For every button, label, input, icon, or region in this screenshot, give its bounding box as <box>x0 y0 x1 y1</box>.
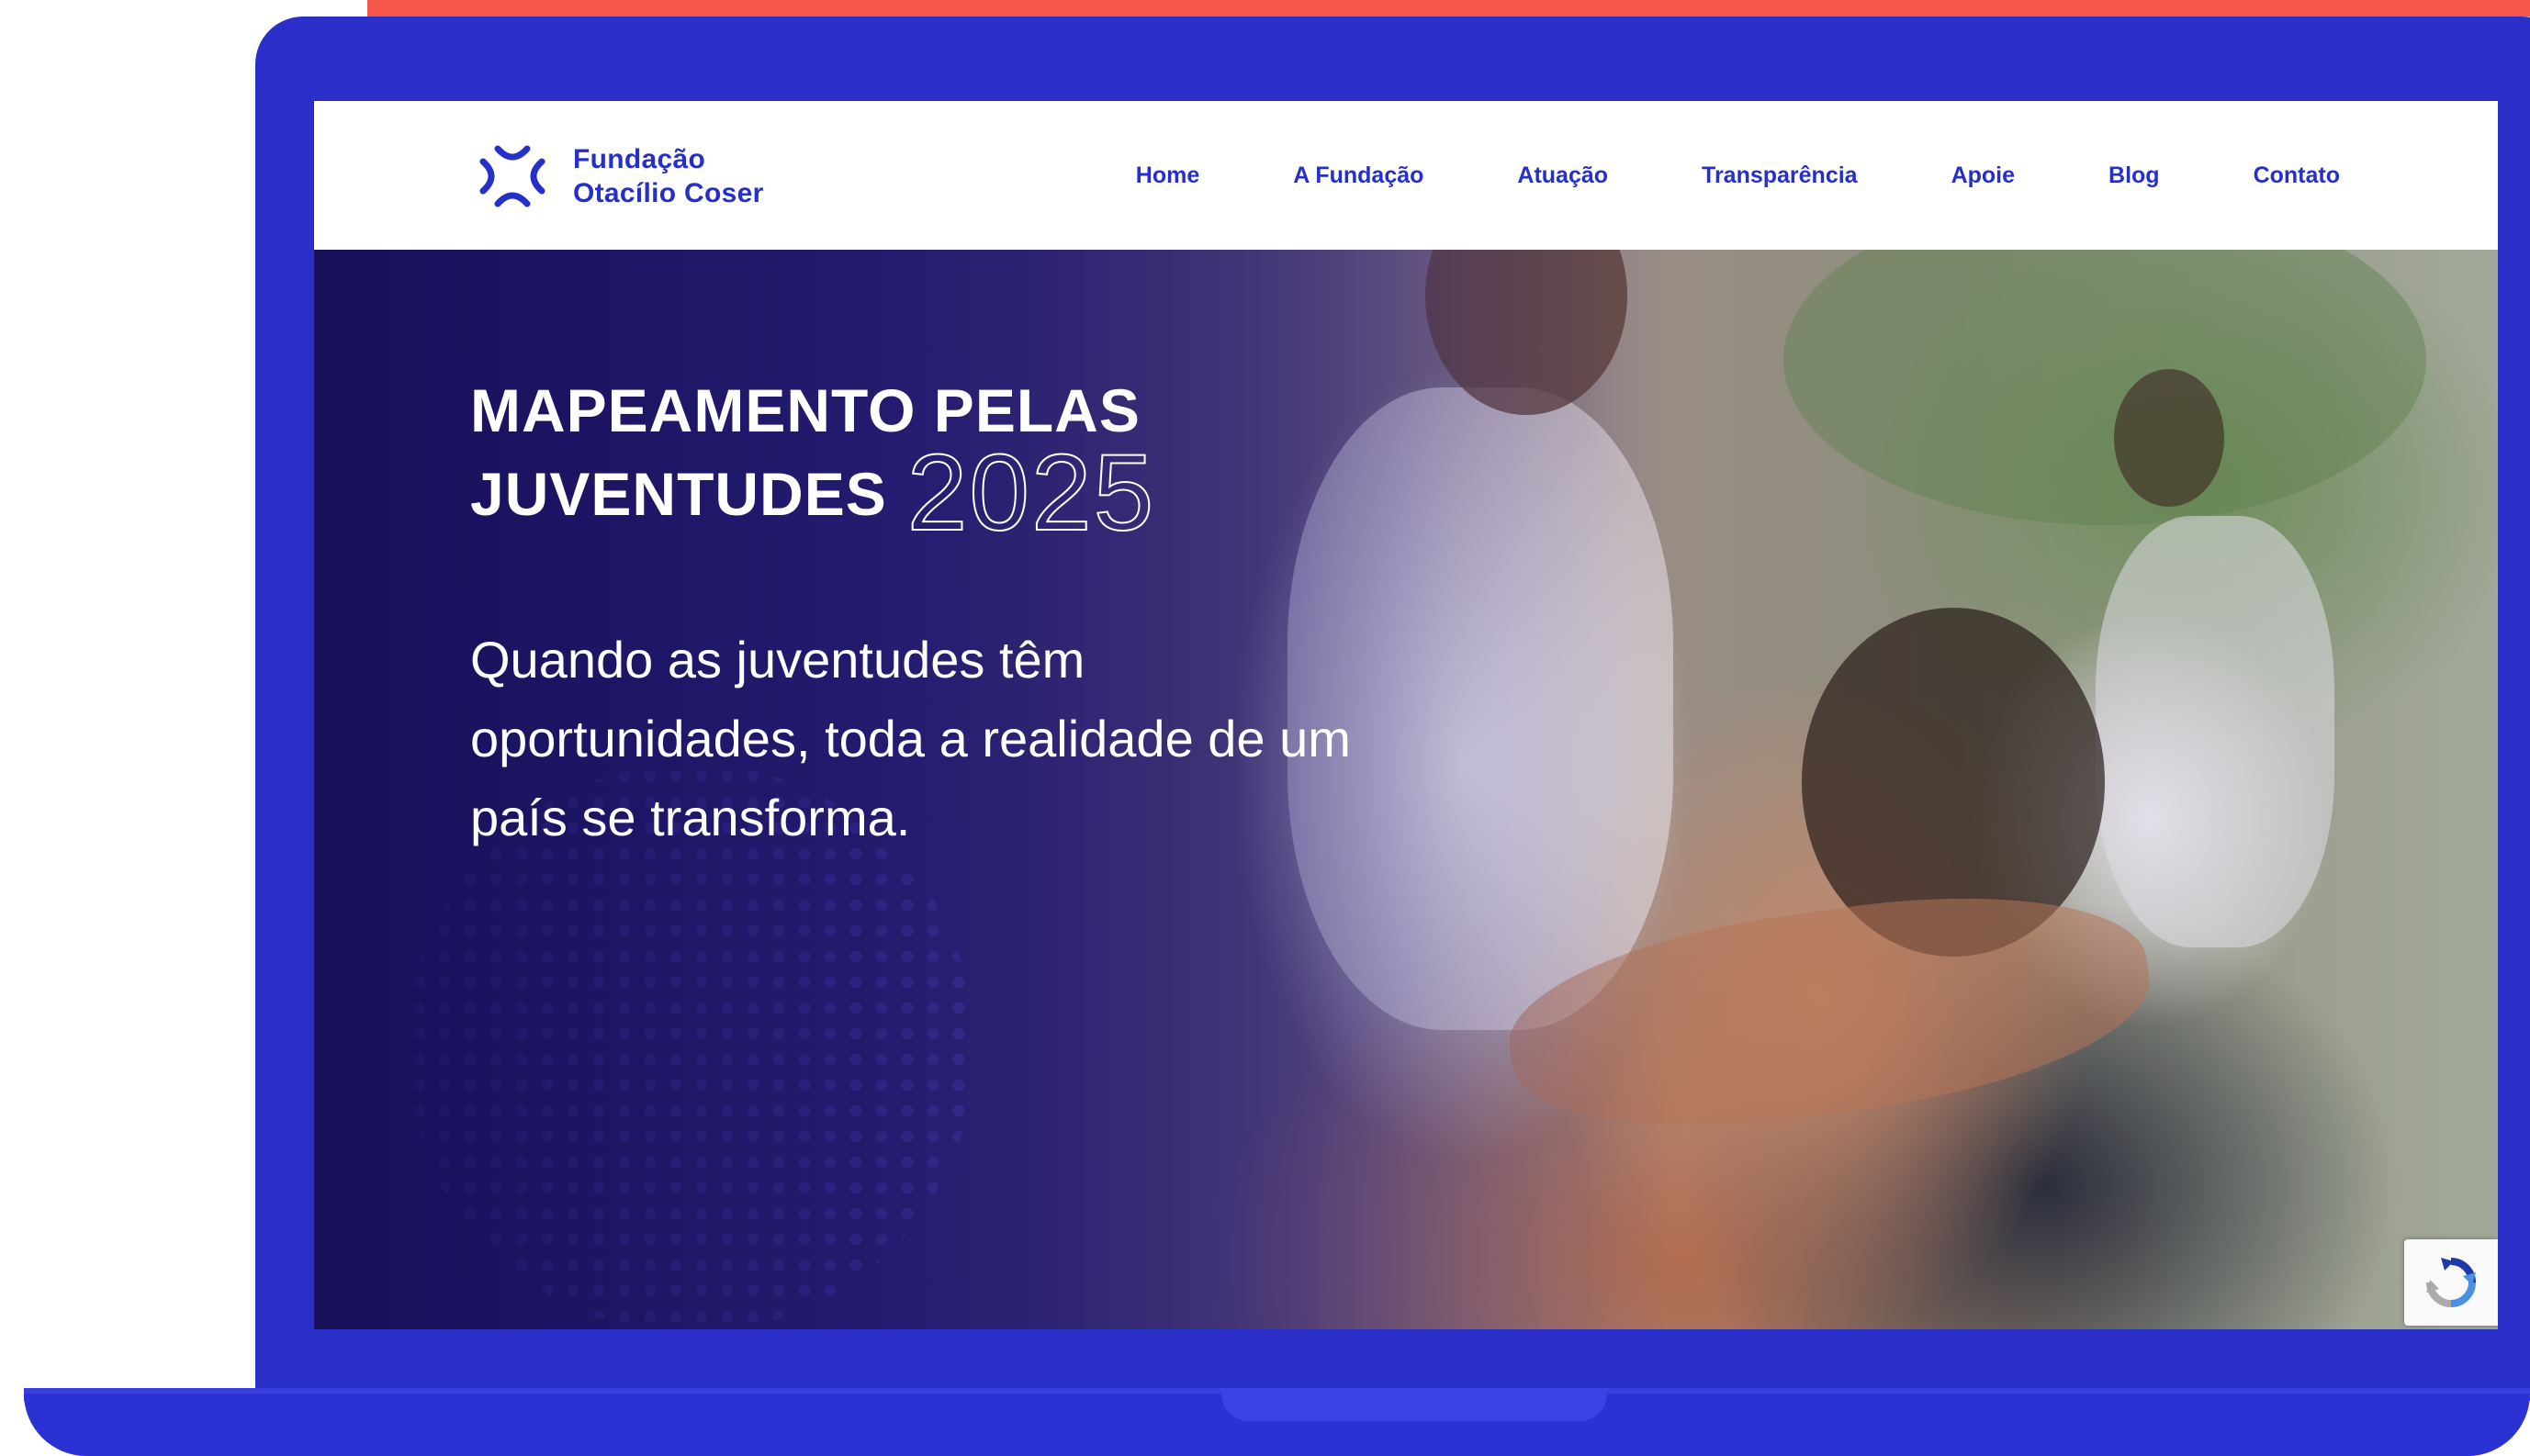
nav-item-atuacao[interactable]: Atuação <box>1517 162 1608 189</box>
hero-subtitle: Quando as juventudes têm oportunidades, … <box>470 631 1351 846</box>
site-header: Fundação Otacílio Coser Home A Fundação … <box>314 101 2498 250</box>
nav-item-a-fundacao[interactable]: A Fundação <box>1293 162 1423 189</box>
accent-stripe <box>367 0 2530 17</box>
site-logo[interactable]: Fundação Otacílio Coser <box>470 134 764 218</box>
logo-line-2: Otacílio Coser <box>573 178 764 208</box>
laptop-screen: Fundação Otacílio Coser Home A Fundação … <box>314 101 2498 1329</box>
nav-item-home[interactable]: Home <box>1136 162 1199 189</box>
hero-title-juventudes: JUVENTUDES <box>470 460 887 528</box>
mockup-stage: Fundação Otacílio Coser Home A Fundação … <box>0 0 2530 1456</box>
nav-item-transparencia[interactable]: Transparência <box>1702 162 1858 189</box>
nav-item-blog[interactable]: Blog <box>2108 162 2160 189</box>
hero-year: 2025 <box>906 432 1156 554</box>
fundacao-logo-icon <box>479 145 545 207</box>
hero-title-line-2: JUVENTUDES 2025 <box>470 438 1155 548</box>
main-nav: Home A Fundação Atuação Transparência Ap… <box>1136 101 2340 250</box>
hero-title: MAPEAMENTO PELAS JUVENTUDES 2025 <box>470 369 1155 548</box>
nav-item-contato[interactable]: Contato <box>2254 162 2340 189</box>
logo-line-1: Fundação <box>573 144 706 174</box>
recaptcha-badge[interactable] <box>2404 1239 2498 1326</box>
hero-banner: MAPEAMENTO PELAS JUVENTUDES 2025 Quando a… <box>314 250 2498 1329</box>
nav-item-apoie[interactable]: Apoie <box>1951 162 2015 189</box>
laptop-notch <box>1221 1388 1607 1421</box>
recaptcha-icon <box>2426 1258 2476 1307</box>
logo-text: Fundação Otacílio Coser <box>573 142 764 210</box>
